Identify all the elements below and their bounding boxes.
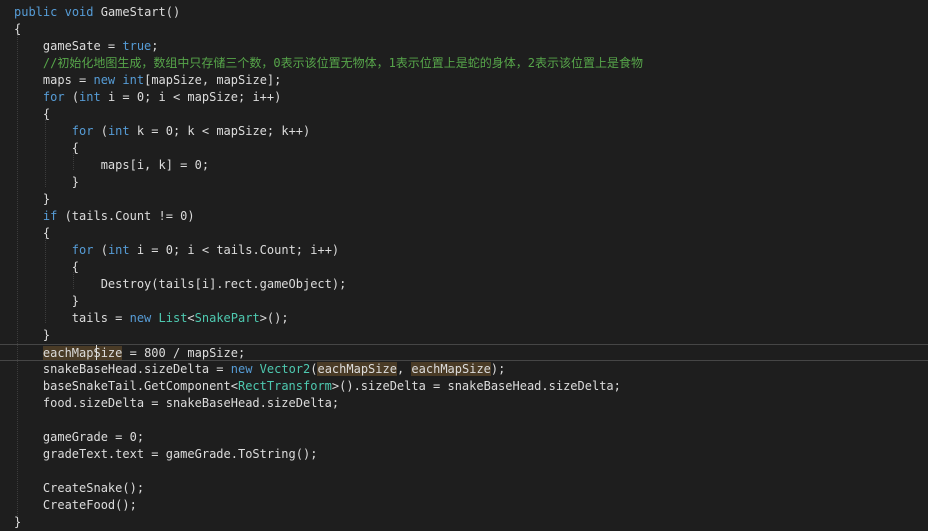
highlighted-reference: eachMapSize	[317, 362, 397, 376]
code-token: int	[107, 124, 130, 138]
code-token: i = 0; i < tails.Count; i++)	[129, 243, 340, 257]
code-token: snakeBaseHead.sizeDelta =	[14, 362, 231, 376]
code-line[interactable]: snakeBaseHead.sizeDelta = new Vector2(ea…	[14, 361, 505, 378]
code-token: >().sizeDelta = snakeBaseHead.sizeDelta;	[331, 379, 621, 393]
current-code-line[interactable]: eachMapSize = 800 / mapSize;	[0, 344, 928, 361]
code-line[interactable]: for (int k = 0; k < mapSize; k++)	[14, 123, 310, 140]
code-line[interactable]: tails = new List<SnakePart>();	[14, 310, 289, 327]
code-line[interactable]: }	[14, 191, 50, 208]
code-token: (	[64, 90, 80, 104]
code-token: = 800 / mapSize;	[122, 346, 246, 360]
code-token: CreateSnake();	[14, 481, 145, 495]
code-token: gameGrade = 0;	[14, 430, 145, 444]
code-token: [mapSize, mapSize];	[144, 73, 282, 87]
code-token: >();	[259, 311, 289, 325]
code-token: new	[129, 311, 152, 325]
code-token: }	[14, 515, 22, 529]
code-line[interactable]: Destroy(tails[i].rect.gameObject);	[14, 276, 347, 293]
code-token: RectTransform	[237, 379, 332, 393]
code-token: void	[64, 5, 94, 19]
code-token: int	[122, 73, 145, 87]
code-token: //初始化地图生成，数组中只存储三个数，0表示该位置无物体，1表示位置上是蛇的身…	[14, 56, 644, 70]
code-token: new	[93, 73, 116, 87]
code-token: new	[230, 362, 253, 376]
code-line[interactable]: gameSate = true;	[14, 38, 159, 55]
code-token: (	[93, 124, 108, 138]
code-token: int	[79, 90, 101, 104]
code-token: );	[490, 362, 506, 376]
code-token: (	[93, 243, 108, 257]
code-token: {	[14, 226, 51, 240]
code-token: public	[14, 5, 58, 19]
code-token: baseSnakeTail.GetComponent<	[14, 379, 238, 393]
code-line[interactable]: if (tails.Count != 0)	[14, 208, 195, 225]
code-line[interactable]: {	[14, 225, 50, 242]
code-token: int	[107, 243, 130, 257]
code-token: {	[14, 22, 22, 36]
code-token: i = 0; i < mapSize; i++)	[100, 90, 282, 104]
code-token: Destroy(tails[i].rect.gameObject);	[14, 277, 347, 291]
code-line[interactable]: for (int i = 0; i < tails.Count; i++)	[14, 242, 339, 259]
code-line[interactable]: baseSnakeTail.GetComponent<RectTransform…	[14, 378, 621, 395]
code-token: }	[14, 175, 80, 189]
code-line[interactable]: {	[14, 140, 79, 157]
code-line[interactable]: {	[14, 21, 21, 38]
code-line[interactable]: maps[i, k] = 0;	[14, 157, 209, 174]
code-line[interactable]: maps = new int[mapSize, mapSize];	[14, 72, 281, 89]
code-token: if	[42, 209, 58, 223]
code-token: ,	[396, 362, 412, 376]
code-line[interactable]: CreateFood();	[14, 497, 137, 514]
code-line[interactable]: {	[14, 259, 79, 276]
code-token: {	[14, 260, 80, 274]
highlighted-reference: eachMapSize	[42, 346, 123, 360]
highlighted-reference: eachMapSize	[411, 362, 491, 376]
code-line[interactable]: }	[14, 174, 79, 191]
code-line[interactable]: //初始化地图生成，数组中只存储三个数，0表示该位置无物体，1表示位置上是蛇的身…	[14, 55, 643, 72]
code-token: }	[14, 192, 51, 206]
code-token: true	[122, 39, 152, 53]
code-token: gameSate =	[14, 39, 123, 53]
code-line[interactable]: {	[14, 106, 50, 123]
code-token: GameStart()	[93, 5, 181, 19]
code-token: maps[i, k] = 0;	[14, 158, 210, 172]
code-editor[interactable]: public void GameStart(){ gameSate = true…	[0, 0, 928, 530]
code-line[interactable]: }	[14, 514, 21, 531]
code-line[interactable]: gradeText.text = gameGrade.ToString();	[14, 446, 318, 463]
text-caret	[96, 345, 97, 360]
code-token: for	[71, 124, 94, 138]
code-token: tails =	[14, 311, 130, 325]
code-token: {	[14, 141, 80, 155]
code-token: for	[71, 243, 94, 257]
code-line[interactable]: }	[14, 327, 50, 344]
code-token: CreateFood();	[14, 498, 137, 512]
code-line[interactable]: public void GameStart()	[14, 4, 180, 21]
code-token: maps =	[14, 73, 94, 87]
code-token: ;	[151, 39, 159, 53]
code-line[interactable]: }	[14, 293, 79, 310]
code-token: for	[42, 90, 65, 104]
code-token: Vector2	[259, 362, 311, 376]
code-token: List	[158, 311, 188, 325]
code-token: }	[14, 294, 80, 308]
code-token: k = 0; k < mapSize; k++)	[129, 124, 311, 138]
code-line[interactable]: CreateSnake();	[14, 480, 144, 497]
code-token: {	[14, 107, 51, 121]
code-line[interactable]: for (int i = 0; i < mapSize; i++)	[14, 89, 281, 106]
code-line[interactable]: gameGrade = 0;	[14, 429, 144, 446]
code-token: <	[187, 311, 195, 325]
code-token: }	[14, 328, 51, 342]
code-token: SnakePart	[194, 311, 260, 325]
code-token: gradeText.text = gameGrade.ToString();	[14, 447, 318, 461]
code-line[interactable]: food.sizeDelta = snakeBaseHead.sizeDelta…	[14, 395, 339, 412]
code-token: (tails.Count != 0)	[57, 209, 195, 223]
code-token: food.sizeDelta = snakeBaseHead.sizeDelta…	[14, 396, 340, 410]
